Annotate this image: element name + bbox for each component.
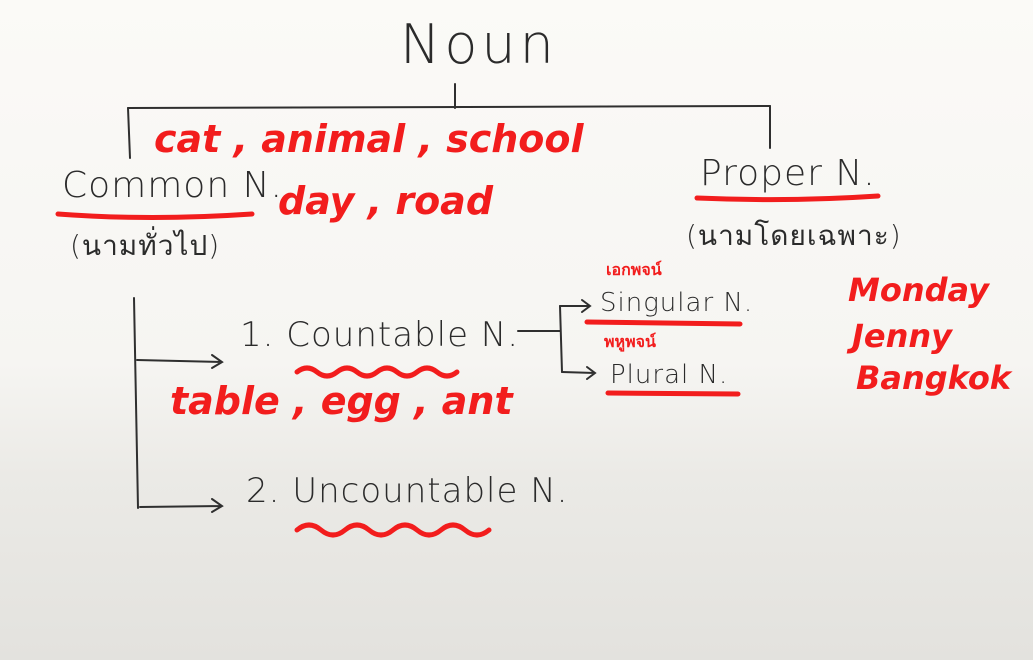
countable-squiggle <box>294 365 460 379</box>
proper-example-2: Jenny <box>852 317 953 355</box>
common-noun-thai: (นามทั่วไป) <box>70 229 221 262</box>
common-underline <box>55 211 255 220</box>
common-branch-line <box>127 107 131 159</box>
plural-underline <box>605 390 741 397</box>
branch-bar <box>127 105 771 109</box>
plural-thai: พหูพจน์ <box>604 332 656 351</box>
proper-underline <box>694 193 881 203</box>
singular-underline <box>584 319 743 327</box>
countable-examples: table , egg , ant <box>170 379 513 423</box>
split-vertical <box>559 305 563 373</box>
countable-noun-label: 1. Countable N. <box>240 315 520 355</box>
uncountable-noun-label: 2. Uncountable N. <box>246 471 569 511</box>
uncountable-squiggle <box>294 522 492 538</box>
singular-arrow <box>559 299 592 313</box>
common-examples-line1: cat , animal , school <box>154 117 584 161</box>
proper-noun-thai: (นามโดยเฉพาะ) <box>686 219 902 252</box>
singular-noun-label: Singular N. <box>600 288 754 318</box>
common-examples-line2: day , road <box>278 179 494 223</box>
singular-thai: เอกพจน์ <box>606 260 662 279</box>
proper-example-3: Bangkok <box>856 359 1012 397</box>
plural-noun-label: Plural N. <box>610 360 729 390</box>
plural-arrow <box>561 366 597 380</box>
uncountable-arrow <box>139 498 224 513</box>
proper-noun-label: Proper N. <box>700 153 876 194</box>
proper-example-1: Monday <box>848 271 989 309</box>
root-noun-title: Noun <box>400 13 558 76</box>
common-subtree-line <box>133 297 139 509</box>
common-noun-label: Common N. <box>62 165 283 206</box>
whiteboard: Noun Common N. (นามทั่วไป) cat , animal … <box>0 0 1033 660</box>
countable-arrow <box>136 354 224 369</box>
